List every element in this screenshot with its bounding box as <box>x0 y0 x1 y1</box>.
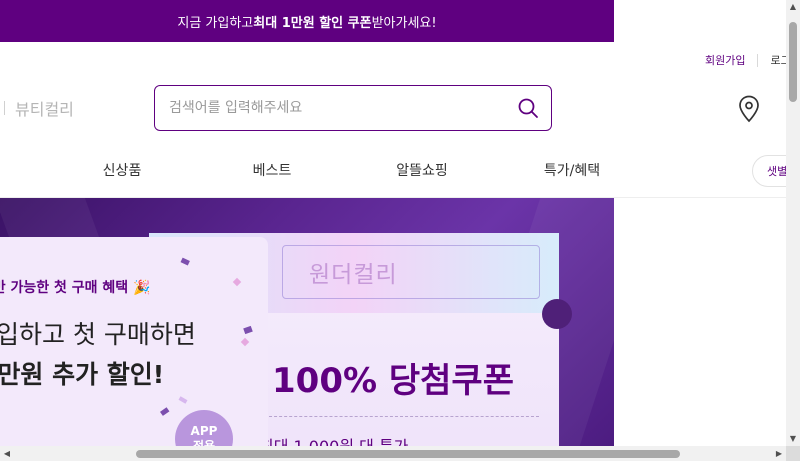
nav-item-deals[interactable]: 특가/혜택 <box>544 160 600 180</box>
nav-item-best[interactable]: 베스트 <box>253 160 292 180</box>
first-purchase-card: 지금만 가능한 첫 구매 혜택 🎉 가입하고 첫 구매하면 1만원 추가 할인! <box>0 237 268 446</box>
page-viewport: 지금 가입하고 최대 1만원 할인 쿠폰 받아가세요! 회원가입 로그인 뷰티컬… <box>0 0 786 446</box>
ticket-subtext: 최대 1,000원 대 특가 <box>259 433 408 446</box>
promo-highlight: 최대 1만원 할인 쿠폰 <box>253 15 372 31</box>
ticket-dashed-divider <box>264 416 539 417</box>
delivery-info-pill[interactable]: 샛별·택배 배송안내 <box>752 155 786 187</box>
promo-prefix: 지금 가입하고 <box>177 15 254 31</box>
horizontal-scrollbar[interactable]: ◀ ▶ <box>0 446 786 461</box>
confetti-icon <box>232 277 242 287</box>
party-popper-icon: 🎉 <box>133 280 151 296</box>
confetti-icon <box>178 396 188 404</box>
search-icon <box>518 98 538 118</box>
confetti-icon <box>160 407 170 416</box>
scroll-up-arrow-icon[interactable]: ▲ <box>786 0 800 14</box>
app-badge-line2: 전용 <box>192 439 216 446</box>
scroll-down-arrow-icon[interactable]: ▼ <box>786 432 800 446</box>
app-badge-line1: APP <box>190 424 218 438</box>
scroll-left-arrow-icon[interactable]: ◀ <box>0 446 14 461</box>
category-nav: 신상품 베스트 알뜰쇼핑 특가/혜택 샛별·택배 배송안내 <box>0 150 786 198</box>
vertical-scrollbar[interactable]: ▲ ▼ <box>786 0 800 446</box>
scroll-right-arrow-icon[interactable]: ▶ <box>772 446 786 461</box>
nav-item-frugal[interactable]: 알뜰쇼핑 <box>396 160 448 180</box>
brand-divider <box>4 101 5 115</box>
ticket-headline: 100% 당첨쿠폰 <box>272 361 514 401</box>
beauty-kurly-tab[interactable]: 뷰티컬리 <box>15 96 74 120</box>
search-bar <box>154 85 552 131</box>
nav-item-new[interactable]: 신상품 <box>103 160 142 180</box>
promo-banner[interactable]: 지금 가입하고 최대 1만원 할인 쿠폰 받아가세요! <box>0 0 614 42</box>
ticket-notch <box>542 299 572 329</box>
confetti-icon <box>240 337 250 347</box>
hero-kicker: 지금만 가능한 첫 구매 혜택 🎉 <box>0 277 151 297</box>
search-input[interactable] <box>155 86 505 130</box>
user-menu: 회원가입 로그인 <box>705 52 786 68</box>
delivery-location-button[interactable] <box>736 94 762 124</box>
horizontal-scroll-thumb[interactable] <box>136 450 680 458</box>
promo-suffix: 받아가세요! <box>371 15 437 31</box>
signup-link[interactable]: 회원가입 <box>705 52 745 68</box>
brand-switch: 뷰티컬리 <box>0 96 74 120</box>
login-link[interactable]: 로그인 <box>770 52 786 68</box>
hero-kicker-text: 지금만 가능한 첫 구매 혜택 <box>0 280 129 296</box>
vertical-scroll-thumb[interactable] <box>789 22 797 102</box>
confetti-icon <box>180 257 190 266</box>
ticket-brand: 원더컬리 <box>309 262 398 288</box>
menu-divider <box>757 53 759 67</box>
scrollbar-corner <box>786 446 800 461</box>
hero-line-1: 가입하고 첫 구매하면 <box>0 320 196 349</box>
search-button[interactable] <box>505 86 551 130</box>
hero-banner[interactable]: 원더컬리 100% 당첨쿠폰 최대 1,000원 대 특가 지금만 가능한 첫 … <box>0 198 614 446</box>
confetti-icon <box>243 325 253 335</box>
hero-line-2: 1만원 추가 할인! <box>0 360 165 389</box>
location-pin-icon <box>739 95 759 123</box>
